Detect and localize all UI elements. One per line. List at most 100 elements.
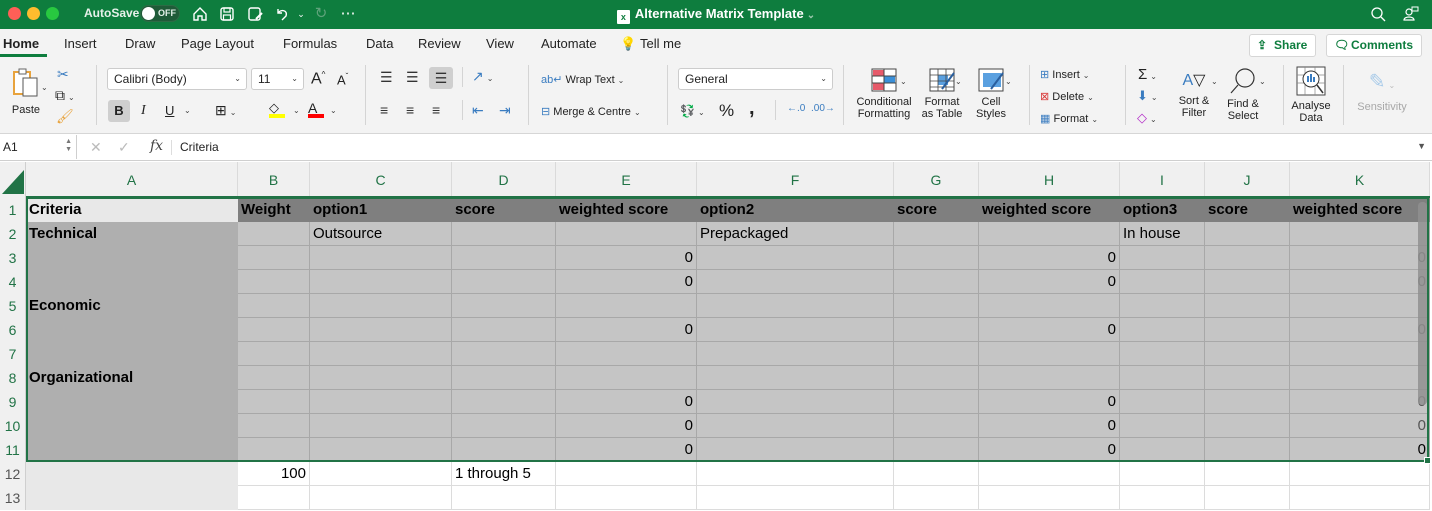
column-header-I[interactable]: I [1120,162,1205,198]
tab-view[interactable]: View [486,36,514,51]
cell-F6[interactable] [697,318,894,342]
column-header-G[interactable]: G [894,162,979,198]
increase-font-size-icon[interactable]: A^ [311,70,325,88]
number-format-select[interactable]: General ⌄ [678,68,833,90]
align-right-icon[interactable]: ≡ [432,102,440,118]
cell-I2[interactable]: In house [1120,222,1205,246]
cell-I12[interactable] [1120,462,1205,486]
format-painter-icon[interactable]: 🖌 [56,108,74,125]
cell-A10[interactable] [26,414,238,438]
tab-draw[interactable]: Draw [125,36,155,51]
cell-C2[interactable]: Outsource [310,222,452,246]
sort-filter-dropdown-icon[interactable]: ⌄ [1208,75,1218,87]
cell-C4[interactable] [310,270,452,294]
row-header-5[interactable]: 5 [0,294,26,318]
underline-dropdown-icon[interactable]: ⌄ [181,104,191,116]
cell-F8[interactable] [697,366,894,390]
cell-E13[interactable] [556,486,697,510]
row-header-3[interactable]: 3 [0,246,26,270]
cut-icon[interactable]: ✂ [57,66,69,83]
cell-I8[interactable] [1120,366,1205,390]
cell-F2[interactable]: Prepackaged [697,222,894,246]
row-header-11[interactable]: 11 [0,438,26,462]
copy-icon[interactable]: ⧉ ⌄ [55,87,75,104]
comments-button[interactable]: 🗨 Comments [1326,34,1422,57]
column-header-F[interactable]: F [697,162,894,198]
cell-D13[interactable] [452,486,556,510]
cell-I10[interactable] [1120,414,1205,438]
autosum-icon[interactable]: Σ ⌄ [1138,66,1157,83]
delete-cells-button[interactable]: ⊠ Delete ⌄ [1040,90,1094,103]
row-header-12[interactable]: 12 [0,462,26,486]
row-header-10[interactable]: 10 [0,414,26,438]
cell-H6[interactable]: 0 [979,318,1120,342]
cell-K11[interactable]: 0 [1290,438,1430,462]
cell-E1[interactable]: weighted score [556,198,697,222]
cell-I11[interactable] [1120,438,1205,462]
fill-handle[interactable] [1424,457,1431,464]
cell-H2[interactable] [979,222,1120,246]
tab-automate[interactable]: Automate [541,36,597,51]
cell-A5[interactable]: Economic [26,294,238,318]
cell-G4[interactable] [894,270,979,294]
cell-K1[interactable]: weighted score [1290,198,1430,222]
cell-A6[interactable] [26,318,238,342]
cell-K10[interactable]: 0 [1290,414,1430,438]
decrease-decimal-icon[interactable]: .00→ [811,103,835,114]
name-box[interactable]: A1 ▲ ▼ [0,135,77,159]
cell-A7[interactable] [26,342,238,366]
cell-H4[interactable]: 0 [979,270,1120,294]
cell-K6[interactable]: 0 [1290,318,1430,342]
tab-home[interactable]: Home [3,36,39,51]
cell-G9[interactable] [894,390,979,414]
cell-A3[interactable] [26,246,238,270]
percent-style-button[interactable]: % [719,101,734,121]
bold-button[interactable]: B [108,100,130,122]
cell-A13[interactable] [26,486,238,510]
cell-B2[interactable] [238,222,310,246]
cell-H7[interactable] [979,342,1120,366]
analyse-data-button[interactable]: Analyse Data [1289,65,1333,124]
cell-E8[interactable] [556,366,697,390]
cell-A4[interactable] [26,270,238,294]
cell-G3[interactable] [894,246,979,270]
cell-D3[interactable] [452,246,556,270]
cell-K8[interactable] [1290,366,1430,390]
borders-icon[interactable]: ⊞ ⌄ [215,102,236,119]
cell-C7[interactable] [310,342,452,366]
cell-J13[interactable] [1205,486,1290,510]
cell-D9[interactable] [452,390,556,414]
cell-G5[interactable] [894,294,979,318]
tab-formulas[interactable]: Formulas [283,36,337,51]
cell-G12[interactable] [894,462,979,486]
cell-I13[interactable] [1120,486,1205,510]
merge-centre-button[interactable]: ⊟ Merge & Centre ⌄ [541,105,641,118]
cell-B4[interactable] [238,270,310,294]
enter-icon[interactable]: ✓ [118,139,130,156]
cancel-icon[interactable]: ✕ [90,139,102,156]
column-header-C[interactable]: C [310,162,452,198]
cell-J7[interactable] [1205,342,1290,366]
row-header-8[interactable]: 8 [0,366,26,390]
cell-E12[interactable] [556,462,697,486]
cell-I1[interactable]: option3 [1120,198,1205,222]
cell-K2[interactable] [1290,222,1430,246]
cell-G6[interactable] [894,318,979,342]
cell-E11[interactable]: 0 [556,438,697,462]
comma-style-button[interactable]: , [749,97,755,120]
sensitivity-button[interactable]: ✎ ⌄ Sensitivity [1350,67,1414,113]
cell-B6[interactable] [238,318,310,342]
cell-H12[interactable] [979,462,1120,486]
cell-G7[interactable] [894,342,979,366]
cell-K4[interactable]: 0 [1290,270,1430,294]
column-header-H[interactable]: H [979,162,1120,198]
vertical-scrollbar[interactable] [1418,202,1427,405]
cell-J6[interactable] [1205,318,1290,342]
font-size-select[interactable]: 11 ⌄ [251,68,304,90]
cell-D12[interactable]: 1 through 5 [452,462,556,486]
select-all-button[interactable] [0,162,26,198]
cell-F11[interactable] [697,438,894,462]
cell-K13[interactable] [1290,486,1430,510]
row-header-4[interactable]: 4 [0,270,26,294]
cell-C3[interactable] [310,246,452,270]
